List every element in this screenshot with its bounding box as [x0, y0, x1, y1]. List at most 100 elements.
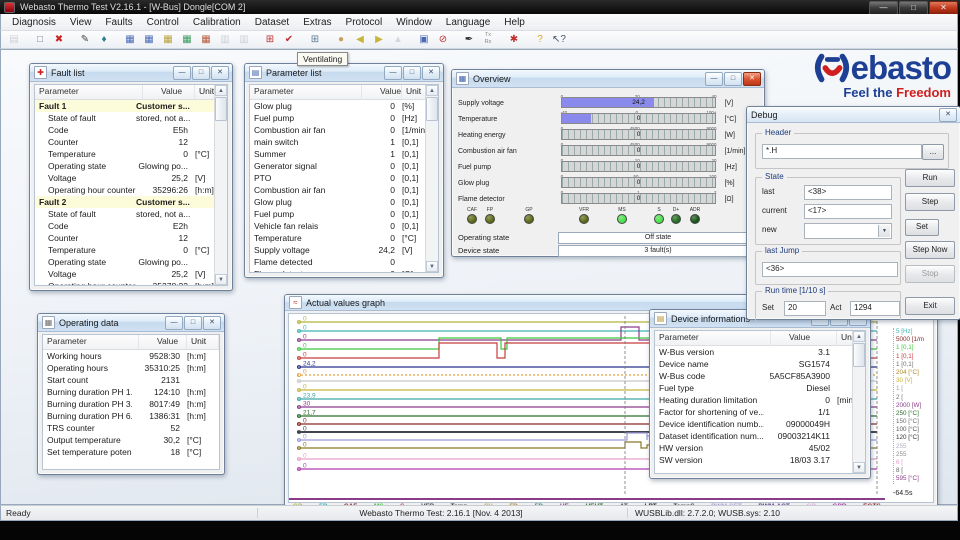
- window-operating-icon[interactable]: ▦: [197, 31, 215, 48]
- scroll-down-icon[interactable]: ▼: [853, 462, 865, 473]
- scroll-down-icon[interactable]: ▼: [215, 274, 227, 285]
- debug-runtime-set-field[interactable]: 20: [784, 301, 826, 316]
- debug-close-button[interactable]: ✕: [939, 108, 957, 122]
- table-row[interactable]: Voltage25,2[V]: [35, 172, 227, 184]
- pen-icon[interactable]: ✒: [460, 31, 478, 48]
- table-row[interactable]: Counter12: [35, 232, 227, 244]
- menu-window[interactable]: Window: [389, 16, 439, 29]
- table-row[interactable]: Working hours9528:30[h:m]: [43, 350, 219, 362]
- debug-header-field[interactable]: *.H: [762, 144, 922, 159]
- close-button[interactable]: ✕: [211, 66, 229, 80]
- table-row[interactable]: Start count2131: [43, 374, 219, 386]
- tx-rx-icon[interactable]: Tx Rx: [479, 31, 497, 48]
- debug-bug-icon[interactable]: ✱: [505, 31, 523, 48]
- table-row[interactable]: SW version18/03 3.17: [655, 454, 865, 466]
- maximize-button[interactable]: □: [403, 66, 421, 80]
- fault-list-titlebar[interactable]: ✚ Fault list —□✕: [30, 64, 232, 82]
- menu-dataset[interactable]: Dataset: [248, 16, 296, 29]
- fault-read-icon[interactable]: □: [31, 31, 49, 48]
- table-row[interactable]: State of faultstored, not a...: [35, 112, 227, 124]
- table-row[interactable]: Factor for shortening of ve...1/1: [655, 406, 865, 418]
- menu-faults[interactable]: Faults: [98, 16, 139, 29]
- column-header-value[interactable]: Value: [139, 335, 187, 349]
- scrollbar[interactable]: ▲▼: [214, 85, 227, 285]
- scrollbar[interactable]: ▲▼: [425, 85, 438, 272]
- table-row[interactable]: Flame detector0[Ω]: [250, 268, 438, 273]
- stop-icon[interactable]: ⊘: [434, 31, 452, 48]
- table-row[interactable]: Temperature0[°C]: [35, 244, 227, 256]
- table-row[interactable]: Combustion air fan0[0,1]: [250, 184, 438, 196]
- debug-titlebar[interactable]: Debug ✕: [747, 107, 960, 123]
- table-row[interactable]: HW version45/02: [655, 442, 865, 454]
- table-row[interactable]: State of faultstored, not a...: [35, 208, 227, 220]
- close-button[interactable]: ✕: [203, 316, 221, 330]
- minimize-button[interactable]: —: [869, 1, 898, 15]
- table-row[interactable]: main switch1[0,1]: [250, 136, 438, 148]
- menu-diagnosis[interactable]: Diagnosis: [5, 16, 63, 29]
- maximize-button[interactable]: □: [899, 1, 928, 15]
- scroll-down-icon[interactable]: ▼: [426, 261, 438, 272]
- dye-icon[interactable]: ♦: [95, 31, 113, 48]
- scroll-up-icon[interactable]: ▲: [215, 85, 227, 96]
- column-header-value[interactable]: Value: [143, 85, 195, 99]
- minimize-button[interactable]: —: [384, 66, 402, 80]
- context-help-icon[interactable]: ↖?: [550, 31, 568, 48]
- debug-step-now-button[interactable]: Step Now: [905, 241, 955, 259]
- table-row[interactable]: Operating hours35310:25[h:m]: [43, 362, 219, 374]
- help-icon[interactable]: ?: [531, 31, 549, 48]
- column-header-parameter[interactable]: Parameter: [655, 331, 771, 345]
- minimize-button[interactable]: —: [173, 66, 191, 80]
- table-row[interactable]: Fault 1Customer s...: [35, 100, 227, 112]
- minimize-button[interactable]: —: [705, 72, 723, 86]
- table-row[interactable]: Voltage25,2[V]: [35, 268, 227, 280]
- table-row[interactable]: Fault 2Customer s...: [35, 196, 227, 208]
- column-header-parameter[interactable]: Parameter: [250, 85, 362, 99]
- table-row[interactable]: Burning duration PH 6...1386:31[h:m]: [43, 410, 219, 422]
- cascade-windows-icon[interactable]: ▣: [415, 31, 433, 48]
- table-row[interactable]: Counter12: [35, 136, 227, 148]
- dataset-table-icon[interactable]: ⊞: [306, 31, 324, 48]
- window-overview-icon[interactable]: ▦: [159, 31, 177, 48]
- parameter-list-titlebar[interactable]: ▤ Parameter list —□✕: [245, 64, 443, 82]
- table-row[interactable]: Output temperature30,2[°C]: [43, 434, 219, 446]
- scroll-thumb[interactable]: [853, 343, 865, 367]
- column-header-parameter[interactable]: Parameter: [35, 85, 143, 99]
- table-row[interactable]: Device nameSG1574: [655, 358, 865, 370]
- maximize-button[interactable]: □: [184, 316, 202, 330]
- ink-icon[interactable]: ✎: [76, 31, 94, 48]
- add-view-icon[interactable]: ⊞: [261, 31, 279, 48]
- table-row[interactable]: Vehicle fan relais0[0,1]: [250, 220, 438, 232]
- table-row[interactable]: Burning duration PH 1...124:10[h:m]: [43, 386, 219, 398]
- table-row[interactable]: Burning duration PH 3...8017:49[h:m]: [43, 398, 219, 410]
- menu-extras[interactable]: Extras: [296, 16, 338, 29]
- debug-run-button[interactable]: Run: [905, 169, 955, 187]
- table-row[interactable]: Fuel pump0[Hz]: [250, 112, 438, 124]
- table-row[interactable]: Operating hour counter35278:22[h:m]: [35, 280, 227, 286]
- table-row[interactable]: Dataset identification num...09003214K11: [655, 430, 865, 442]
- debug-step-button[interactable]: Step: [905, 193, 955, 211]
- minimize-button[interactable]: —: [165, 316, 183, 330]
- table-row[interactable]: CodeE5h: [35, 124, 227, 136]
- scroll-up-icon[interactable]: ▲: [426, 85, 438, 96]
- debug-set-button[interactable]: Set: [905, 219, 939, 236]
- scroll-thumb[interactable]: [426, 97, 438, 121]
- table-row[interactable]: PTO0[0,1]: [250, 172, 438, 184]
- menu-protocol[interactable]: Protocol: [339, 16, 390, 29]
- debug-new-combobox[interactable]: ▼: [804, 223, 892, 239]
- table-row[interactable]: Temperature0[°C]: [35, 148, 227, 160]
- maximize-button[interactable]: □: [192, 66, 210, 80]
- table-row[interactable]: Set temperature poten...18[°C]: [43, 446, 219, 458]
- table-row[interactable]: Glow plug0[0,1]: [250, 196, 438, 208]
- table-row[interactable]: Fuel typeDiesel: [655, 382, 865, 394]
- debug-exit-button[interactable]: Exit: [905, 297, 955, 315]
- debug-stop-button[interactable]: Stop: [905, 265, 955, 283]
- table-row[interactable]: W-Bus version3.1: [655, 346, 865, 358]
- column-header-value[interactable]: Value: [362, 85, 402, 99]
- column-header-parameter[interactable]: Parameter: [43, 335, 139, 349]
- table-row[interactable]: TRS counter52: [43, 422, 219, 434]
- scroll-thumb[interactable]: [215, 97, 227, 121]
- table-row[interactable]: Combustion air fan0[1/min]: [250, 124, 438, 136]
- table-row[interactable]: Generator signal0[0,1]: [250, 160, 438, 172]
- menu-control[interactable]: Control: [140, 16, 186, 29]
- debug-browse-button[interactable]: ...: [922, 144, 944, 160]
